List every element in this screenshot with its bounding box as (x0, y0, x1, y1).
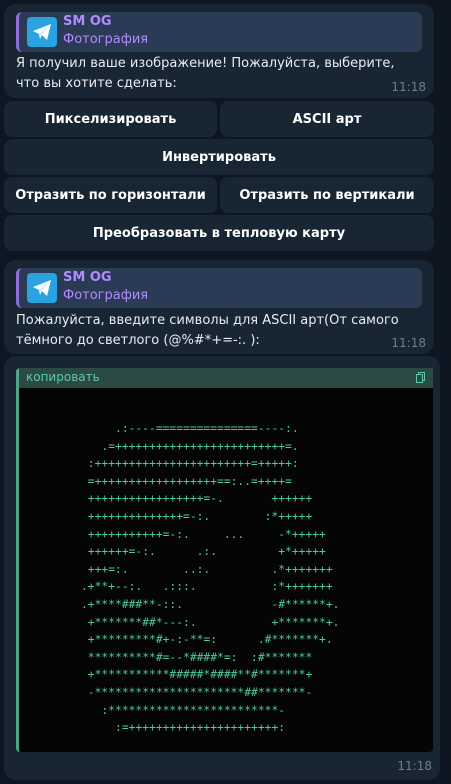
message-time: 11:18 (391, 336, 426, 350)
reply-type: Фотография (63, 32, 149, 47)
message-text: Пожалуйста, введите символы для ASCII ар… (16, 313, 399, 348)
pixelate-button[interactable]: Пикселизировать (4, 101, 217, 137)
telegram-plane-icon (27, 17, 57, 47)
reply-quote[interactable]: SM OG Фотография (16, 12, 422, 52)
telegram-plane-icon (27, 273, 57, 303)
heatmap-button[interactable]: Преобразовать в тепловую карту (4, 215, 434, 251)
flip-vertical-button[interactable]: Отразить по вертикали (220, 177, 434, 213)
invert-button[interactable]: Инвертировать (4, 139, 434, 175)
code-header: копировать (19, 368, 433, 388)
reply-type: Фотография (63, 288, 149, 303)
reply-quote[interactable]: SM OG Фотография (16, 268, 422, 308)
code-block[interactable]: копировать .:----===============----:. .… (16, 368, 433, 752)
code-message-bubble: копировать .:----===============----:. .… (4, 356, 440, 780)
reply-author: SM OG (63, 14, 112, 29)
ascii-art-text: .:----===============----:. .=++++++++++… (81, 422, 340, 735)
message-time: 11:18 (391, 80, 426, 94)
message-text: Я получил ваше изображение! Пожалуйста, … (16, 56, 395, 91)
copy-icon[interactable] (416, 372, 425, 383)
message-time: 11:18 (397, 759, 432, 773)
message-bubble-2: SM OG Фотография Пожалуйста, введите сим… (4, 260, 434, 354)
flip-horizontal-button[interactable]: Отразить по горизонтали (4, 177, 217, 213)
ascii-art-button[interactable]: ASCII арт (220, 101, 434, 137)
message-bubble-1: SM OG Фотография Я получил ваше изображе… (4, 4, 434, 98)
copy-label[interactable]: копировать (26, 370, 100, 384)
reply-author: SM OG (63, 270, 112, 285)
